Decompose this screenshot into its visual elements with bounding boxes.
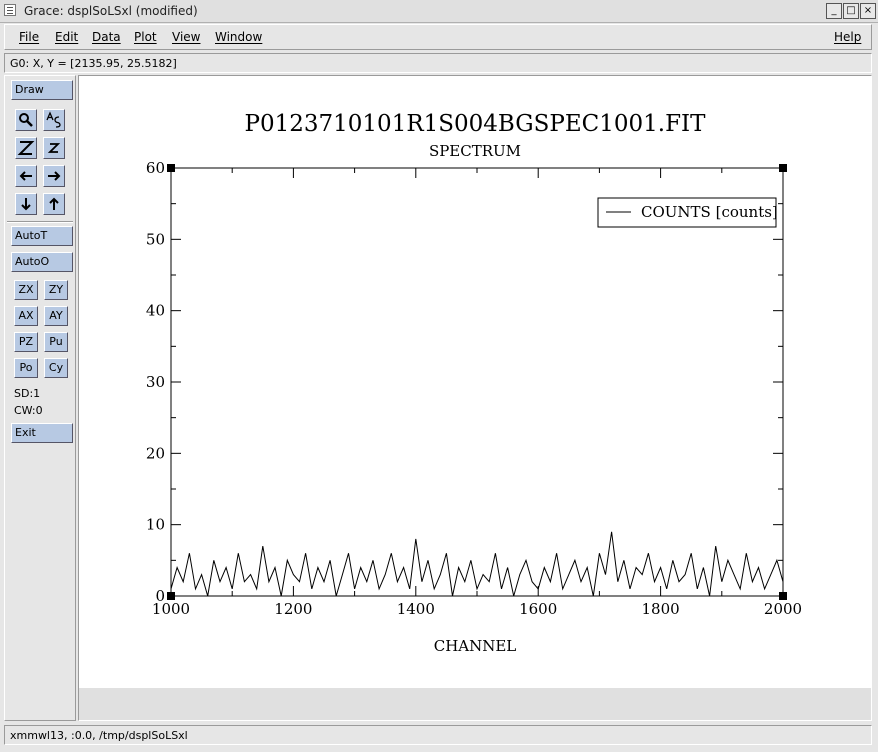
y-tick-label: 50 [146, 230, 165, 248]
axes [170, 167, 784, 597]
cy-button[interactable]: Cy [44, 358, 68, 378]
autoo-button[interactable]: AutoO [11, 252, 73, 272]
y-tick-label: 40 [146, 302, 165, 320]
toolbar-divider [7, 221, 73, 223]
x-tick-label: 1600 [519, 600, 557, 618]
zy-button[interactable]: ZY [44, 280, 68, 300]
autot-button[interactable]: AutoT [11, 226, 73, 246]
chart-subtitle: SPECTRUM [429, 142, 521, 160]
set-display-label: SD:1 [14, 387, 41, 400]
po-button[interactable]: Po [14, 358, 38, 378]
minimize-button[interactable]: _ [826, 3, 842, 19]
y-tick-label: 30 [146, 373, 165, 391]
menubar: File Edit Data Plot View Window Help [4, 24, 872, 50]
ay-button[interactable]: AY [44, 306, 68, 326]
up-arrow-icon [49, 197, 59, 210]
y-tick-label: 60 [146, 159, 165, 177]
close-button[interactable]: × [860, 3, 876, 19]
menu-view[interactable]: View [172, 30, 200, 44]
scroll-right-button[interactable] [43, 165, 65, 187]
left-arrow-icon [19, 171, 32, 181]
legend: COUNTS [counts] [597, 197, 778, 228]
zoom-button[interactable] [15, 109, 37, 131]
y-tick-label: 0 [155, 587, 165, 605]
plot-canvas[interactable]: P0123710101R1S004BGSPEC1001.FIT SPECTRUM… [79, 76, 871, 688]
menu-file[interactable]: File [19, 30, 39, 44]
scroll-down-button[interactable] [15, 193, 37, 215]
x-tick-label: 1400 [397, 600, 435, 618]
y-tick-label: 20 [146, 444, 165, 462]
maximize-button[interactable]: □ [843, 3, 859, 19]
zoom-x-icon [17, 141, 35, 155]
legend-label: COUNTS [counts] [641, 203, 778, 221]
menu-window[interactable]: Window [215, 30, 262, 44]
canvas-frame: P0123710101R1S004BGSPEC1001.FIT SPECTRUM… [78, 75, 872, 721]
x-tick-label: 1200 [274, 600, 312, 618]
status-bar: xmmwl13, :0.0, /tmp/dsplSoLSxl [4, 725, 872, 745]
window-titlebar: Grace: dsplSoLSxl (modified) _ □ × [0, 0, 878, 23]
right-arrow-icon [48, 171, 61, 181]
exit-button[interactable]: Exit [11, 423, 73, 443]
current-world-label: CW:0 [14, 404, 43, 417]
pu-button[interactable]: Pu [44, 332, 68, 352]
ticks: 1000 1200 1400 1600 1800 20000102030405060 [146, 159, 802, 618]
chart: P0123710101R1S004BGSPEC1001.FIT SPECTRUM… [146, 111, 802, 655]
menu-plot[interactable]: Plot [134, 30, 157, 44]
x-tick-label: 1800 [642, 600, 680, 618]
menu-edit[interactable]: Edit [55, 30, 78, 44]
ax-button[interactable]: AX [14, 306, 38, 326]
autoscale-button[interactable] [43, 109, 65, 131]
x-axis-label: CHANNEL [434, 637, 517, 655]
chart-title: P0123710101R1S004BGSPEC1001.FIT [245, 111, 707, 137]
autoscale-icon [46, 111, 61, 128]
zx-button[interactable]: ZX [14, 280, 38, 300]
tool-panel: Draw AutoT AutoO ZX ZY AX AY PZ Pu Po Cy… [4, 75, 76, 721]
menu-data[interactable]: Data [92, 30, 121, 44]
plot-frame [170, 167, 784, 597]
corner-handle[interactable] [779, 164, 787, 172]
scroll-left-button[interactable] [15, 165, 37, 187]
x-tick-label: 2000 [764, 600, 802, 618]
locator-bar: G0: X, Y = [2135.95, 25.5182] [4, 53, 872, 73]
window-menu-icon[interactable] [4, 4, 16, 16]
draw-button[interactable]: Draw [11, 80, 73, 100]
window-title: Grace: dsplSoLSxl (modified) [24, 4, 198, 18]
corner-handle[interactable] [779, 592, 787, 600]
zoom-icon [19, 113, 33, 127]
zoom-y-button[interactable] [43, 137, 65, 159]
corner-handle[interactable] [167, 164, 175, 172]
selection-handles [167, 164, 787, 600]
menu-help[interactable]: Help [834, 30, 861, 44]
down-arrow-icon [21, 198, 31, 211]
series-line [170, 531, 784, 597]
zoom-y-icon [47, 143, 61, 153]
scroll-up-button[interactable] [43, 193, 65, 215]
zoom-x-button[interactable] [15, 137, 37, 159]
corner-handle[interactable] [167, 592, 175, 600]
y-tick-label: 10 [146, 516, 165, 534]
pz-button[interactable]: PZ [14, 332, 38, 352]
